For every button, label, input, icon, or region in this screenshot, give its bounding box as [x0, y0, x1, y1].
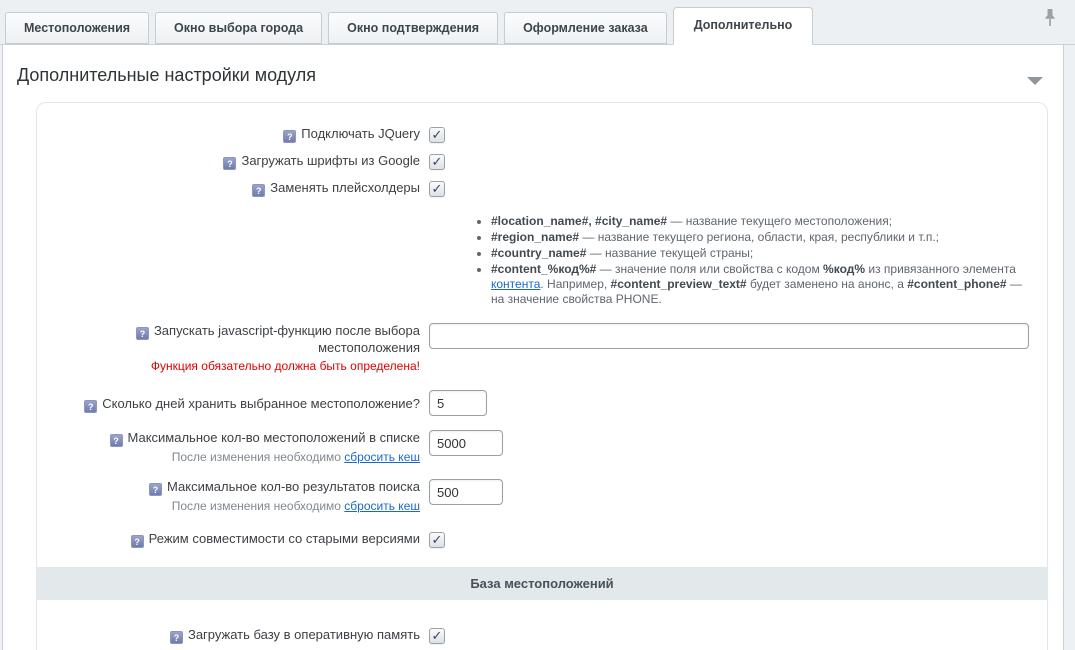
placeholders-checkbox[interactable]: ✓: [429, 181, 445, 197]
help-icon[interactable]: ?: [131, 535, 144, 548]
row-ram: ?Загружать базу в оперативную память ✓: [37, 622, 1047, 649]
field-label: ?Загружать базу в оперативную память: [37, 627, 429, 644]
pushpin-icon[interactable]: [1043, 8, 1057, 30]
checkmark-icon: ✓: [430, 128, 444, 142]
field-label: ?Максимальное кол-во местоположений в сп…: [37, 430, 429, 465]
field-label: ?Подключать JQuery: [37, 126, 429, 143]
row-max-search: ?Максимальное кол-во результатов поиска …: [37, 479, 1047, 514]
help-icon[interactable]: ?: [283, 130, 296, 143]
help-icon[interactable]: ?: [149, 483, 162, 496]
row-placeholders: ?Заменять плейсхолдеры ✓: [37, 175, 1047, 202]
row-days-keep: ?Сколько дней хранить выбранное местопол…: [37, 390, 1047, 416]
row-google-fonts: ?Загружать шрифты из Google ✓: [37, 148, 1047, 175]
field-label: ?Максимальное кол-во результатов поиска …: [37, 479, 429, 514]
field-label: ?Сколько дней хранить выбранное местопол…: [37, 390, 429, 413]
days-keep-input[interactable]: [429, 390, 487, 416]
google-fonts-checkbox[interactable]: ✓: [429, 154, 445, 170]
help-icon[interactable]: ?: [84, 400, 97, 413]
tab[interactable]: Оформление заказа: [504, 12, 667, 44]
checkmark-icon: ✓: [430, 533, 444, 547]
reset-cache-note: После изменения необходимо сбросить кеш: [37, 449, 420, 465]
row-compat: ?Режим совместимости со старыми версиями…: [37, 526, 1047, 553]
help-icon[interactable]: ?: [252, 184, 265, 197]
max-search-input[interactable]: [429, 479, 503, 505]
settings-panel: Дополнительные настройки модуля ?Подключ…: [2, 45, 1064, 650]
bullet-list: #location_name#, #city_name# — название …: [474, 214, 1037, 307]
tab[interactable]: Окно выбора города: [155, 12, 322, 44]
tab[interactable]: Местоположения: [5, 12, 149, 44]
jquery-checkbox[interactable]: ✓: [429, 127, 445, 143]
bullet-item: #content_%код%# — значение поля или свой…: [491, 262, 1037, 307]
field-label: ?Запускать javascript-функцию после выбо…: [37, 323, 429, 374]
bullet-item: #location_name#, #city_name# — название …: [491, 214, 1037, 229]
reset-cache-note: После изменения необходимо сбросить кеш: [37, 498, 420, 514]
row-jquery: ?Подключать JQuery ✓: [37, 121, 1047, 148]
help-icon[interactable]: ?: [136, 327, 149, 340]
settings-form: ?Подключать JQuery ✓ ?Загружать шрифты и…: [36, 102, 1048, 650]
reset-cache-link[interactable]: сбросить кеш: [344, 450, 420, 464]
section-band: База местоположений: [37, 567, 1047, 600]
checkmark-icon: ✓: [430, 155, 444, 169]
compat-checkbox[interactable]: ✓: [429, 532, 445, 548]
tab[interactable]: Окно подтверждения: [328, 12, 498, 44]
field-label: ?Режим совместимости со старыми версиями: [37, 531, 429, 548]
row-max-locations: ?Максимальное кол-во местоположений в сп…: [37, 430, 1047, 465]
tab[interactable]: Дополнительно: [673, 7, 814, 45]
help-icon[interactable]: ?: [223, 157, 236, 170]
field-label: ?Загружать шрифты из Google: [37, 153, 429, 170]
panel-header: Дополнительные настройки модуля: [3, 45, 1063, 94]
bullet-item: #region_name# — название текущего регион…: [491, 230, 1037, 245]
placeholders-help-block: #location_name#, #city_name# — название …: [474, 214, 1037, 307]
bullet-item: #country_name# — название текущей страны…: [491, 246, 1037, 261]
field-label: ?Заменять плейсхолдеры: [37, 180, 429, 197]
row-js-function: ?Запускать javascript-функцию после выбо…: [37, 323, 1047, 374]
js-function-input[interactable]: [429, 323, 1029, 349]
help-icon[interactable]: ?: [110, 434, 123, 447]
page-title: Дополнительные настройки модуля: [17, 65, 1049, 86]
ram-checkbox[interactable]: ✓: [429, 628, 445, 644]
collapse-arrow-icon[interactable]: [1027, 77, 1043, 85]
content-link[interactable]: контента: [491, 277, 540, 291]
tab-list: МестоположенияОкно выбора городаОкно под…: [5, 7, 819, 44]
max-locations-input[interactable]: [429, 430, 503, 456]
reset-cache-link[interactable]: сбросить кеш: [344, 499, 420, 513]
checkmark-icon: ✓: [430, 629, 444, 643]
help-icon[interactable]: ?: [170, 631, 183, 644]
js-function-warning: Функция обязательно должна быть определе…: [37, 358, 420, 374]
tab-bar: МестоположенияОкно выбора городаОкно под…: [0, 0, 1075, 45]
checkmark-icon: ✓: [430, 182, 444, 196]
